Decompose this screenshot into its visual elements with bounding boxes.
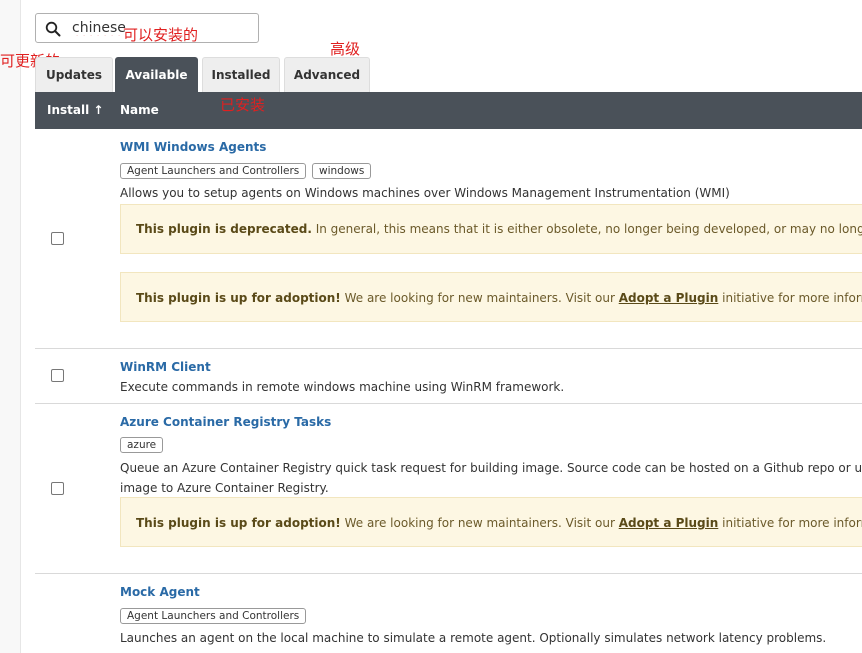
- adoption-notice: This plugin is up for adoption! We are l…: [120, 272, 862, 322]
- plugin-tag[interactable]: azure: [120, 437, 164, 453]
- plugin-row-winrm-client: WinRM Client Execute commands in remote …: [35, 349, 862, 404]
- plugin-row-azure-container-registry-tasks: Azure Container Registry Tasks azure Que…: [35, 404, 862, 574]
- annotation-installed: 已安装: [220, 96, 266, 114]
- notice-text: In general, this means that it is either…: [311, 222, 862, 236]
- deprecated-notice: This plugin is deprecated. In general, t…: [120, 204, 862, 254]
- notice-text-after: initiative for more information.: [722, 291, 862, 305]
- plugin-row-mock-agent: Mock Agent Agent Launchers and Controlle…: [35, 574, 862, 653]
- notice-heading: This plugin is up for adoption!: [136, 516, 341, 530]
- plugin-tag[interactable]: Agent Launchers and Controllers: [120, 608, 307, 624]
- plugin-name-link[interactable]: Mock Agent: [120, 585, 200, 599]
- tab-advanced[interactable]: Advanced: [284, 57, 370, 92]
- plugin-description-line2: image to Azure Container Registry.: [120, 481, 329, 495]
- annotation-advanced: 高级: [330, 40, 361, 58]
- plugin-tag[interactable]: windows: [312, 163, 372, 179]
- tab-available[interactable]: Available: [115, 57, 198, 92]
- install-checkbox[interactable]: [51, 482, 64, 495]
- column-name-header[interactable]: Name: [120, 92, 159, 129]
- notice-text: We are looking for new maintainers. Visi…: [340, 516, 619, 530]
- plugin-description: Allows you to setup agents on Windows ma…: [120, 186, 730, 200]
- plugin-description: Execute commands in remote windows machi…: [120, 380, 565, 394]
- search-icon: [45, 21, 61, 37]
- plugin-tag[interactable]: Agent Launchers and Controllers: [120, 163, 307, 179]
- tab-updates[interactable]: Updates: [35, 57, 113, 92]
- annotation-installable: 可以安装的: [123, 26, 199, 44]
- column-install-header[interactable]: Install ↑: [47, 92, 103, 129]
- left-gutter: [0, 0, 21, 653]
- plugin-table-header: Install ↑ Name: [35, 92, 862, 129]
- tab-installed[interactable]: Installed: [202, 57, 280, 92]
- plugin-name-link[interactable]: Azure Container Registry Tasks: [120, 415, 331, 429]
- adopt-a-plugin-link[interactable]: Adopt a Plugin: [619, 291, 719, 305]
- notice-text: We are looking for new maintainers. Visi…: [340, 291, 619, 305]
- notice-heading: This plugin is up for adoption!: [136, 291, 341, 305]
- install-checkbox[interactable]: [51, 369, 64, 382]
- plugin-name-link[interactable]: WMI Windows Agents: [120, 140, 266, 154]
- notice-heading: This plugin is deprecated.: [136, 222, 312, 236]
- notice-text-after: initiative for more information.: [722, 516, 862, 530]
- install-checkbox[interactable]: [51, 232, 64, 245]
- plugin-row-wmi-windows-agents: WMI Windows Agents Agent Launchers and C…: [35, 129, 862, 349]
- adopt-a-plugin-link[interactable]: Adopt a Plugin: [619, 516, 719, 530]
- adoption-notice: This plugin is up for adoption! We are l…: [120, 497, 862, 547]
- plugin-description-line1: Queue an Azure Container Registry quick …: [120, 461, 862, 475]
- plugin-description: Launches an agent on the local machine t…: [120, 631, 827, 645]
- plugin-name-link[interactable]: WinRM Client: [120, 360, 211, 374]
